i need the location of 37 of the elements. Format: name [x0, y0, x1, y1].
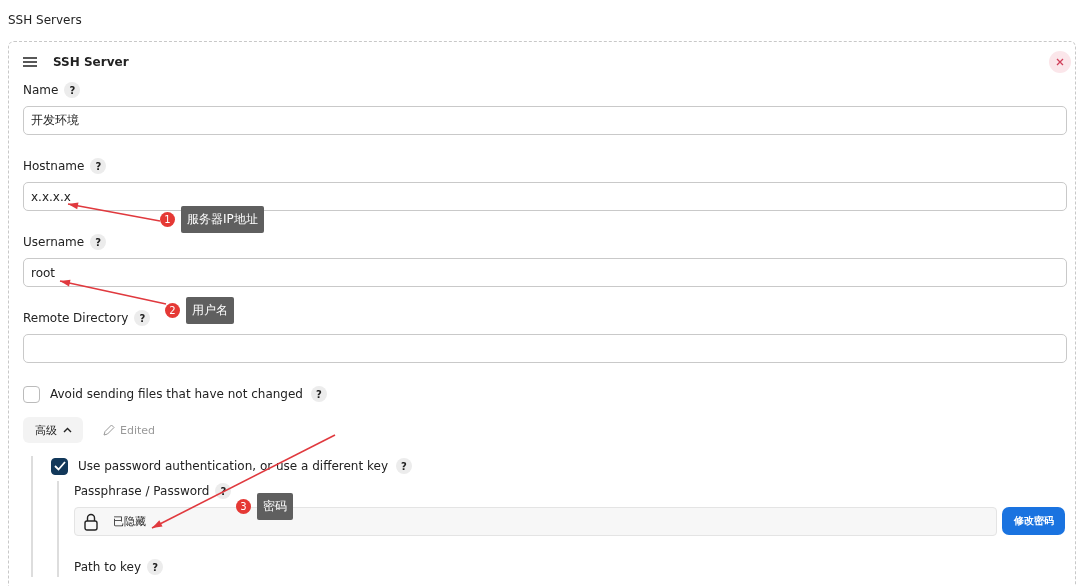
input-field[interactable]: 开发环境 — [23, 106, 1067, 135]
pencil-icon — [103, 424, 115, 436]
input-field[interactable]: root — [23, 258, 1067, 287]
menu-icon[interactable] — [23, 57, 37, 67]
help-icon[interactable]: ? — [147, 559, 164, 575]
callout-label: 用户名 — [186, 297, 234, 324]
checkbox-label: Use password authentication, or use a different key — [78, 459, 388, 473]
change-password-button[interactable]: 修改密码 — [1002, 507, 1065, 535]
field-label: Path to key — [74, 560, 142, 574]
field-label: Username — [23, 235, 85, 249]
step-number-badge: 1 — [160, 212, 175, 227]
help-icon[interactable]: ? — [134, 310, 151, 326]
field-label: Name — [23, 83, 59, 97]
input-field[interactable] — [23, 334, 1067, 363]
chevron-icon — [62, 427, 72, 433]
checkbox[interactable] — [51, 457, 68, 475]
lock-icon — [84, 512, 98, 531]
callout-label: 服务器IP地址 — [181, 206, 264, 233]
checkbox-label: Avoid sending files that have not changed — [50, 387, 303, 401]
help-icon[interactable]: ? — [90, 234, 107, 250]
close-icon[interactable] — [1056, 58, 1064, 66]
help-icon[interactable]: ? — [90, 158, 107, 174]
callout-label: 密码 — [257, 493, 293, 520]
step-number-badge: 2 — [165, 303, 180, 318]
card-title: SSH Server — [53, 55, 130, 69]
advanced-toggle[interactable]: 高级 — [23, 417, 83, 443]
section-title: SSH Servers — [8, 13, 83, 27]
help-icon[interactable]: ? — [64, 82, 81, 98]
field-label: Remote Directory — [23, 311, 129, 325]
edited-status: Edited — [120, 423, 156, 437]
input-field[interactable]: x.x.x.x — [23, 182, 1067, 211]
help-icon[interactable]: ? — [396, 458, 412, 474]
close-button[interactable] — [1049, 51, 1071, 73]
help-icon[interactable]: ? — [311, 386, 327, 402]
checkbox[interactable] — [23, 385, 40, 403]
field-label: Passphrase / Password — [74, 484, 210, 498]
field-label: Hostname — [23, 159, 85, 173]
